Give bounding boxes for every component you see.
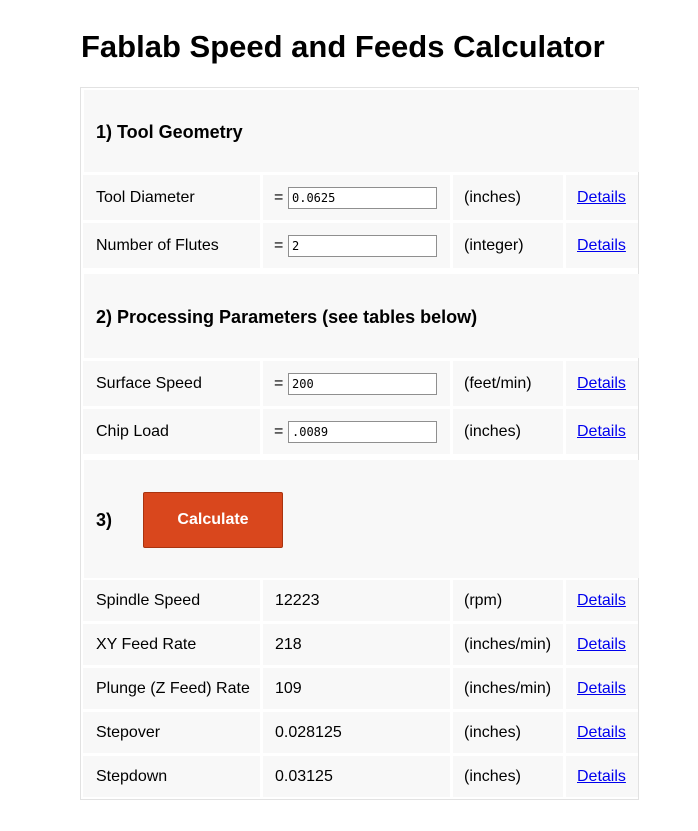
plunge-rate-details-link[interactable]: Details — [577, 680, 626, 698]
unit-label: (rpm) — [464, 591, 503, 609]
label-cell: Chip Load — [83, 409, 260, 454]
unit-cell: (inches) — [453, 175, 563, 220]
equals-sign: = — [274, 188, 284, 206]
label-cell: XY Feed Rate — [83, 624, 260, 665]
label-cell: Plunge (Z Feed) Rate — [83, 668, 260, 709]
unit-label: (inches) — [464, 723, 521, 741]
result-label: Stepover — [96, 723, 161, 741]
stepover-details-link[interactable]: Details — [577, 724, 626, 742]
label-cell: Stepdown — [83, 756, 260, 797]
value-cell: = — [263, 361, 450, 406]
equals-sign: = — [274, 374, 284, 392]
details-cell: Details — [566, 668, 638, 709]
details-cell: Details — [566, 361, 638, 406]
result-label: XY Feed Rate — [96, 635, 197, 653]
equals-sign: = — [274, 422, 284, 440]
spindle-speed-value: 12223 — [275, 591, 320, 609]
input-label: Surface Speed — [96, 374, 202, 392]
input-label: Chip Load — [96, 422, 169, 440]
unit-label: (inches) — [464, 188, 521, 206]
section-heading-tool-geometry: 1) Tool Geometry — [96, 122, 243, 142]
details-cell: Details — [566, 624, 638, 665]
number-of-flutes-input[interactable] — [288, 234, 437, 257]
label-cell: Stepover — [83, 712, 260, 753]
equals-sign: = — [274, 236, 284, 254]
number-of-flutes-details-link[interactable]: Details — [577, 237, 626, 255]
label-cell: Number of Flutes — [83, 223, 260, 268]
spindle-speed-details-link[interactable]: Details — [577, 592, 626, 610]
value-cell: = — [263, 409, 450, 454]
tool-diameter-details-link[interactable]: Details — [577, 189, 626, 207]
surface-speed-input[interactable] — [288, 372, 437, 395]
result-label: Spindle Speed — [96, 591, 201, 609]
value-cell: = — [263, 175, 450, 220]
chip-load-details-link[interactable]: Details — [577, 423, 626, 441]
unit-cell: (inches) — [453, 409, 563, 454]
unit-cell: (inches/min) — [453, 624, 563, 665]
unit-cell: (inches) — [453, 756, 563, 797]
unit-cell: (inches) — [453, 712, 563, 753]
plunge-rate-value: 109 — [275, 679, 302, 697]
unit-label: (integer) — [464, 236, 524, 254]
tool-diameter-input[interactable] — [288, 186, 437, 209]
details-cell: Details — [566, 409, 638, 454]
stepdown-value: 0.03125 — [275, 767, 333, 785]
details-cell: Details — [566, 580, 638, 621]
unit-label: (inches) — [464, 767, 521, 785]
unit-cell: (rpm) — [453, 580, 563, 621]
stepover-value: 0.028125 — [275, 723, 342, 741]
value-cell: 109 — [263, 668, 450, 709]
unit-cell: (inches/min) — [453, 668, 563, 709]
unit-cell: (integer) — [453, 223, 563, 268]
unit-label: (inches/min) — [464, 635, 552, 653]
chip-load-input[interactable] — [288, 420, 437, 443]
section-heading-step-3: 3) — [96, 510, 113, 530]
value-cell: 218 — [263, 624, 450, 665]
details-cell: Details — [566, 223, 638, 268]
calculator-panel: 1) Tool Geometry Tool Diameter = (inches… — [80, 87, 639, 800]
details-cell: Details — [566, 175, 638, 220]
details-cell: Details — [566, 756, 638, 797]
calculate-button[interactable]: Calculate — [143, 492, 283, 548]
unit-label: (feet/min) — [464, 374, 532, 392]
xy-feed-rate-details-link[interactable]: Details — [577, 636, 626, 654]
unit-label: (inches) — [464, 422, 521, 440]
input-label: Number of Flutes — [96, 236, 219, 254]
label-cell: Surface Speed — [83, 361, 260, 406]
surface-speed-details-link[interactable]: Details — [577, 375, 626, 393]
unit-label: (inches/min) — [464, 679, 552, 697]
result-label: Stepdown — [96, 767, 168, 785]
stepdown-details-link[interactable]: Details — [577, 768, 626, 786]
label-cell: Tool Diameter — [83, 175, 260, 220]
unit-cell: (feet/min) — [453, 361, 563, 406]
xy-feed-rate-value: 218 — [275, 635, 302, 653]
value-cell: 0.028125 — [263, 712, 450, 753]
value-cell: = — [263, 223, 450, 268]
section-heading-processing-parameters: 2) Processing Parameters (see tables bel… — [96, 307, 478, 327]
page-title: Fablab Speed and Feeds Calculator — [81, 29, 605, 64]
input-label: Tool Diameter — [96, 188, 195, 206]
value-cell: 0.03125 — [263, 756, 450, 797]
value-cell: 12223 — [263, 580, 450, 621]
details-cell: Details — [566, 712, 638, 753]
result-label: Plunge (Z Feed) Rate — [96, 679, 250, 697]
label-cell: Spindle Speed — [83, 580, 260, 621]
